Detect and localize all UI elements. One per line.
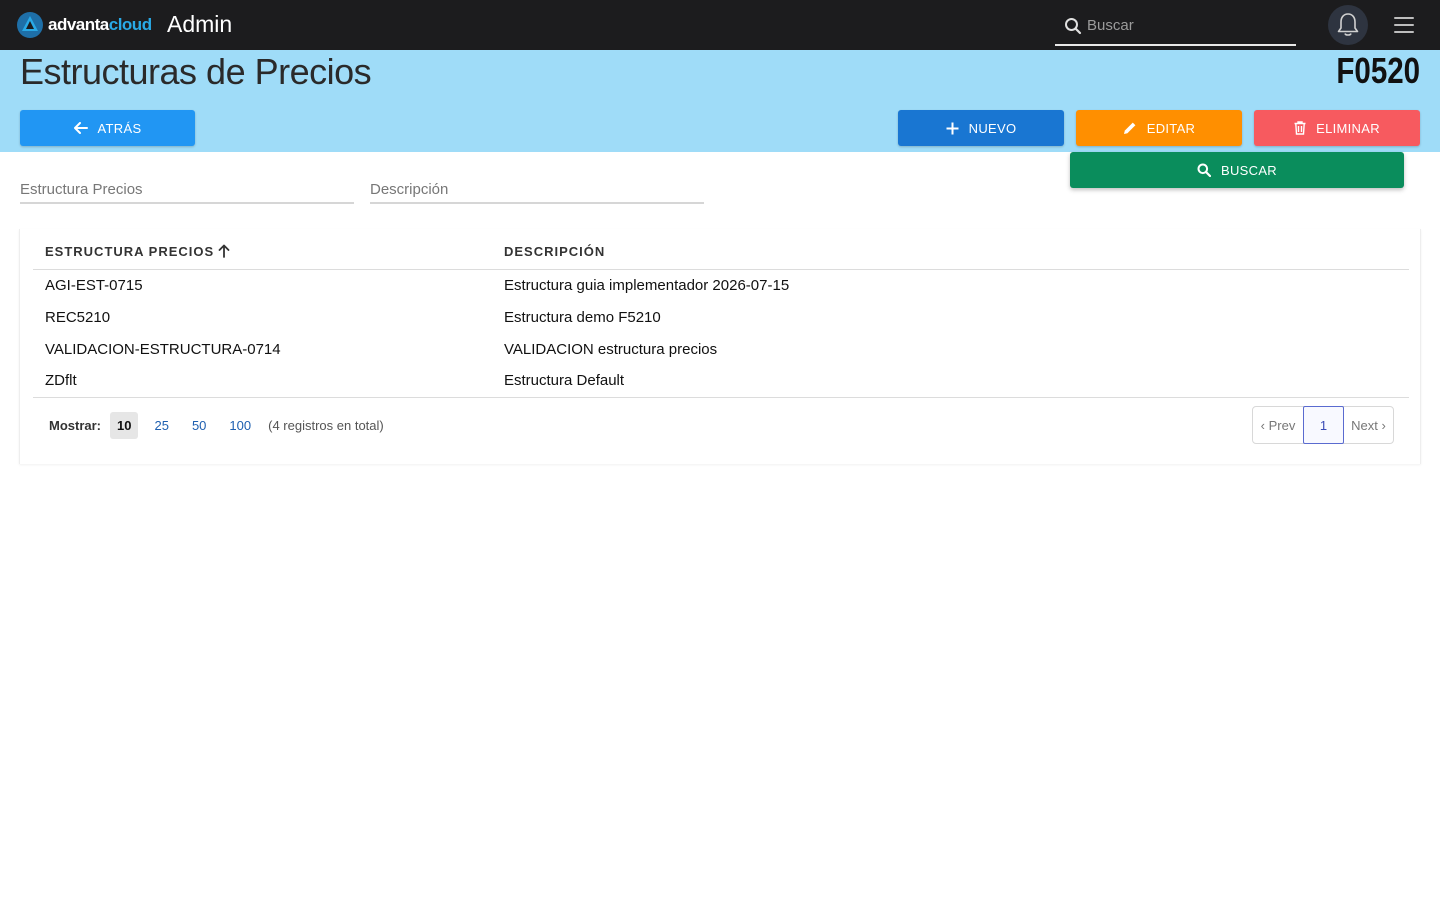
edit-button[interactable]: EDITAR xyxy=(1076,110,1242,146)
column-header-descripcion[interactable]: DESCRIPCIÓN xyxy=(492,229,1409,270)
sort-ascending-icon xyxy=(218,244,230,258)
page-size-option[interactable]: 50 xyxy=(185,412,213,439)
search-icon xyxy=(1065,18,1082,35)
bell-icon xyxy=(1337,13,1359,36)
logo-text-cloud: cloud xyxy=(108,15,152,34)
plus-icon xyxy=(946,122,959,134)
advantacloud-logo[interactable]: advantacloud xyxy=(16,11,152,39)
next-page-button[interactable]: Next › xyxy=(1344,407,1393,443)
global-search xyxy=(1055,6,1296,46)
trash-icon xyxy=(1294,121,1306,135)
arrow-left-icon xyxy=(73,122,88,134)
back-button-label: ATRÁS xyxy=(97,120,142,136)
cell-estructura: REC5210 xyxy=(45,308,111,326)
page-size-option[interactable]: 10 xyxy=(110,411,139,439)
pencil-icon xyxy=(1123,122,1136,134)
delete-button-label: ELIMINAR xyxy=(1316,120,1380,136)
results-table: ESTRUCTURA PRECIOS DESCRIPCIÓN AGI-EST-0… xyxy=(33,229,1409,398)
search-button[interactable]: BUSCAR xyxy=(1070,152,1404,188)
cell-estructura: VALIDACION-ESTRUCTURA-0714 xyxy=(45,340,281,358)
cell-estructura: ZDflt xyxy=(33,365,492,398)
column-header-estructura-label: ESTRUCTURA PRECIOS xyxy=(45,243,215,259)
table-row[interactable]: VALIDACION-ESTRUCTURA-0714 VALIDACION es… xyxy=(33,333,1409,365)
cell-descripcion: Estructura demo F5210 xyxy=(504,308,661,326)
page-size-option[interactable]: 25 xyxy=(147,412,175,439)
cell-descripcion: VALIDACION estructura precios xyxy=(504,340,718,358)
page-size-option[interactable]: 100 xyxy=(222,412,258,439)
notifications-button[interactable] xyxy=(1328,5,1368,45)
estructura-precios-input[interactable] xyxy=(20,176,354,202)
edit-button-label: EDITAR xyxy=(1146,120,1196,136)
hamburger-menu-icon[interactable] xyxy=(1394,17,1414,33)
results-card: ESTRUCTURA PRECIOS DESCRIPCIÓN AGI-EST-0… xyxy=(19,229,1421,464)
new-button[interactable]: NUEVO xyxy=(898,110,1064,146)
table-row[interactable]: ZDflt Estructura Default xyxy=(33,365,1409,398)
show-label: Mostrar: xyxy=(49,417,102,433)
search-button-label: BUSCAR xyxy=(1221,162,1277,178)
top-navigation-bar: advantacloud Admin xyxy=(0,0,1440,50)
delete-button[interactable]: ELIMINAR xyxy=(1254,110,1420,146)
cell-descripcion: Estructura guia implementador 2026-07-15 xyxy=(504,276,790,294)
global-search-input[interactable] xyxy=(1087,14,1287,36)
page-title: Estructuras de Precios xyxy=(20,51,372,92)
new-button-label: NUEVO xyxy=(968,120,1017,136)
estructura-precios-filter xyxy=(20,176,354,204)
column-header-estructura[interactable]: ESTRUCTURA PRECIOS xyxy=(33,229,492,270)
back-button[interactable]: ATRÁS xyxy=(20,110,195,146)
cell-descripcion: Estructura Default xyxy=(492,365,1409,398)
app-name: Admin xyxy=(167,11,233,37)
logo-text-advanta: advanta xyxy=(48,15,109,34)
logo-mark-icon xyxy=(17,12,43,38)
descripcion-filter xyxy=(370,176,704,204)
total-records: (4 registros en total) xyxy=(268,417,384,433)
table-header-row: ESTRUCTURA PRECIOS DESCRIPCIÓN xyxy=(33,229,1409,270)
table-row[interactable]: REC5210 Estructura demo F5210 xyxy=(33,301,1409,333)
table-row[interactable]: AGI-EST-0715 Estructura guia implementad… xyxy=(33,269,1409,301)
search-icon xyxy=(1197,163,1211,177)
descripcion-input[interactable] xyxy=(370,176,704,202)
pagination: ‹ Prev 1 Next › xyxy=(1252,406,1394,444)
current-page-button[interactable]: 1 xyxy=(1303,406,1344,444)
cell-estructura: AGI-EST-0715 xyxy=(45,276,143,294)
column-header-descripcion-label: DESCRIPCIÓN xyxy=(504,243,606,259)
prev-page-button[interactable]: ‹ Prev xyxy=(1253,407,1303,443)
page-size-selector: Mostrar: 10 25 50 100 (4 registros en to… xyxy=(49,411,384,439)
form-code: F0520 xyxy=(1336,50,1420,91)
